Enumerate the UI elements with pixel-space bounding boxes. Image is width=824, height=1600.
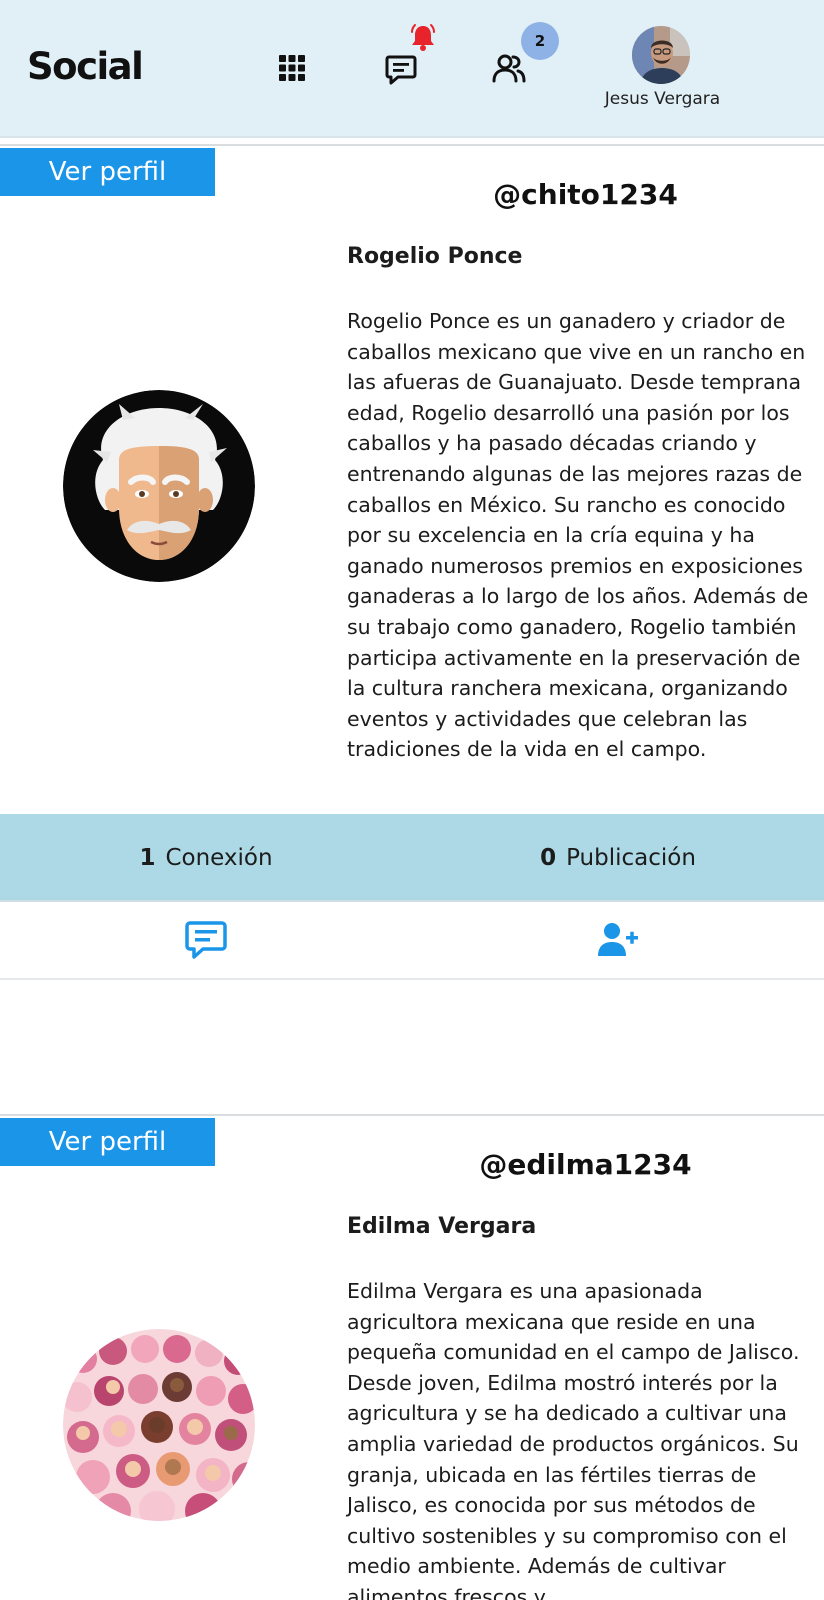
posts-stat[interactable]: 0 Publicación [412, 814, 824, 902]
posts-label: Publicación [566, 845, 696, 871]
divider [0, 144, 824, 146]
profile-avatar[interactable] [63, 390, 255, 582]
connections-label: Conexión [165, 845, 273, 871]
friends-icon[interactable] [487, 47, 531, 91]
connections-count: 1 [139, 845, 156, 871]
message-icon [185, 921, 227, 959]
profile-name: Edilma Vergara [347, 1214, 537, 1239]
profile-bio: Rogelio Ponce es un ganadero y criador d… [347, 309, 809, 762]
posts-count: 0 [540, 845, 557, 871]
user-name[interactable]: Jesus Vergara [590, 89, 735, 109]
app-logo[interactable]: Social [27, 45, 144, 88]
connections-stat[interactable]: 1 Conexión [0, 814, 412, 902]
profile-handle: @chito1234 [493, 178, 678, 211]
friends-count-badge: 2 [521, 22, 559, 60]
view-profile-button[interactable]: Ver perfil [0, 1118, 215, 1166]
profile-avatar[interactable] [63, 1329, 255, 1521]
message-button[interactable] [0, 902, 412, 978]
profile-card: Ver perfil @edilma1234 Edilma Vergara Ed… [0, 1114, 824, 1600]
apps-grid-icon[interactable] [270, 46, 314, 90]
top-navbar: Social 2 Jesus Vergara [0, 0, 824, 138]
profile-bio: Edilma Vergara es una apasionada agricul… [347, 1279, 800, 1600]
add-friend-button[interactable] [412, 902, 824, 978]
divider [0, 1114, 824, 1116]
profile-card: Ver perfil @chito1234 Rogelio Ponce Roge… [0, 144, 824, 984]
view-profile-button[interactable]: Ver perfil [0, 148, 215, 196]
user-avatar[interactable] [632, 26, 690, 84]
add-friend-icon [598, 923, 638, 956]
profile-stats: 1 Conexión 0 Publicación [0, 814, 824, 902]
profile-name: Rogelio Ponce [347, 244, 523, 269]
profile-handle: @edilma1234 [479, 1148, 692, 1181]
profile-actions [0, 902, 824, 980]
notification-bell-icon[interactable] [405, 20, 441, 56]
